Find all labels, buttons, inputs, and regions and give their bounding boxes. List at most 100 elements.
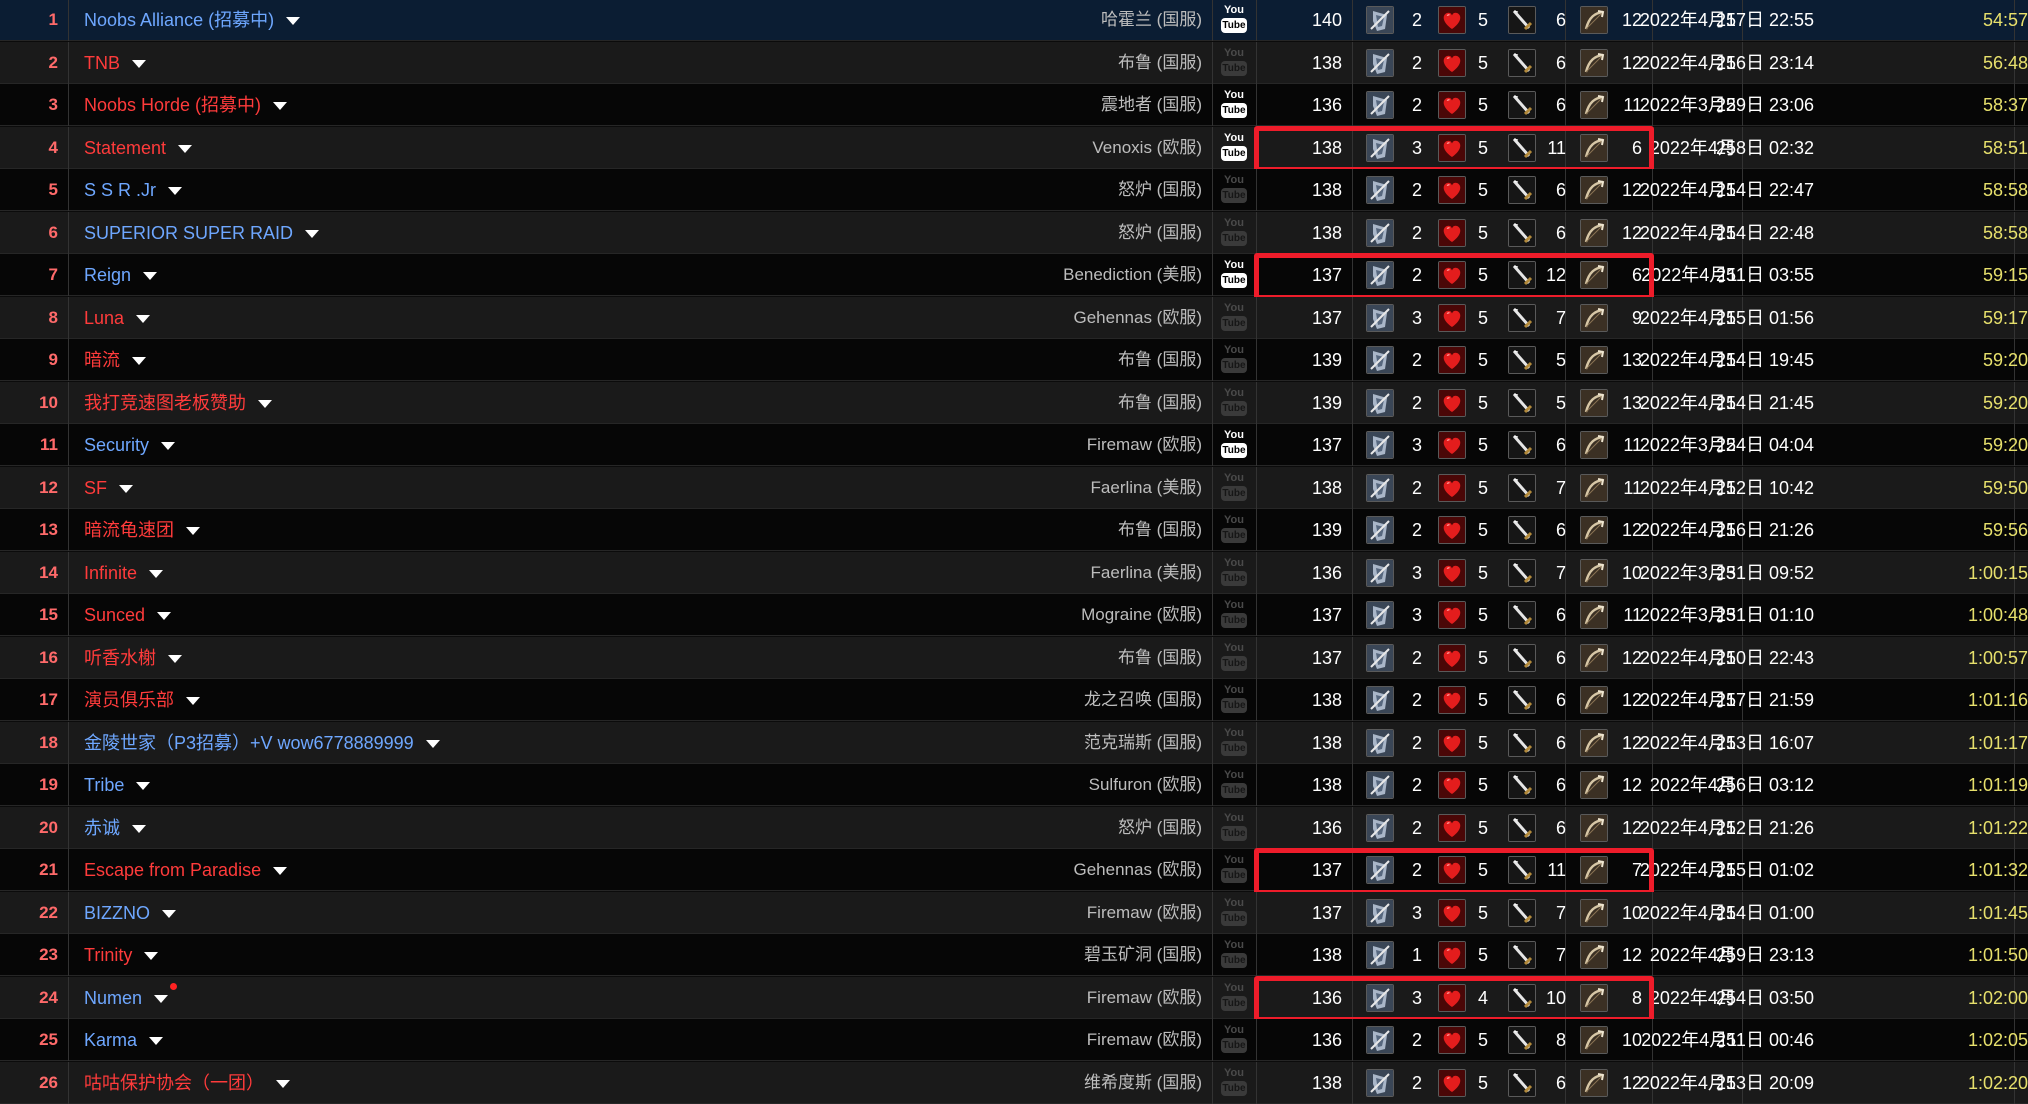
guild-name[interactable]: 听香水榭 — [84, 648, 156, 668]
youtube-icon-text-you: You — [1224, 471, 1244, 484]
chevron-down-icon[interactable] — [149, 569, 164, 578]
guild-name[interactable]: BIZZNO — [84, 903, 150, 923]
guild-name-link[interactable]: Escape from Paradise — [84, 849, 288, 891]
healer-heart-icon — [1438, 48, 1466, 77]
rank-number: 22 — [39, 902, 58, 922]
guild-name[interactable]: SF — [84, 478, 107, 498]
chevron-down-icon[interactable] — [119, 484, 134, 493]
chevron-down-icon[interactable] — [132, 59, 146, 68]
guild-name[interactable]: 金陵世家（P3招募）+V wow6778889999 — [84, 733, 414, 753]
youtube-icon[interactable]: You Tube — [1220, 89, 1248, 121]
guild-name-link[interactable]: Sunced — [84, 594, 172, 636]
guild-name[interactable]: 演员俱乐部 — [84, 690, 174, 710]
chevron-down-icon[interactable] — [136, 314, 151, 323]
chevron-down-icon[interactable] — [425, 739, 440, 748]
melee-sword-icon — [1508, 176, 1536, 204]
chevron-down-icon[interactable] — [132, 824, 146, 833]
chevron-down-icon[interactable] — [157, 612, 172, 621]
guild-name[interactable]: Security — [84, 435, 149, 455]
chevron-down-icon[interactable] — [136, 782, 151, 791]
guild-name-link[interactable]: BIZZNO — [84, 892, 176, 934]
guild-name-link[interactable]: 演员俱乐部 — [84, 679, 200, 721]
guild-name[interactable]: Noobs Alliance (招募中) — [84, 10, 274, 30]
guild-name[interactable]: SUPERIOR SUPER RAID — [84, 223, 293, 243]
clear-time: 1:01:50 — [1967, 945, 2028, 965]
chevron-down-icon[interactable] — [168, 187, 183, 196]
guild-name[interactable]: Noobs Horde (招募中) — [84, 95, 261, 115]
guild-name-link[interactable]: Trinity — [84, 934, 159, 976]
guild-name[interactable]: TNB — [84, 53, 120, 73]
guild-name-link[interactable]: 暗流龟速团 — [84, 509, 200, 551]
chevron-down-icon[interactable] — [276, 1079, 290, 1088]
guild-name[interactable]: Sunced — [84, 605, 145, 625]
chevron-down-icon[interactable] — [186, 527, 200, 536]
guild-name[interactable]: Trinity — [84, 945, 132, 965]
guild-name-link[interactable]: Infinite — [84, 552, 164, 594]
guild-name-link[interactable]: Tribe — [84, 764, 151, 806]
youtube-icon[interactable]: You Tube — [1220, 429, 1248, 461]
chevron-down-icon[interactable] — [168, 654, 182, 663]
chevron-down-icon[interactable] — [258, 399, 272, 408]
chevron-down-icon[interactable] — [178, 144, 193, 153]
guild-name[interactable]: Karma — [84, 1030, 137, 1050]
guild-name-link[interactable]: 听香水榭 — [84, 637, 182, 679]
chevron-down-icon[interactable] — [154, 994, 169, 1003]
chevron-down-icon[interactable] — [286, 17, 301, 26]
item-level: 136 — [1311, 95, 1342, 115]
guild-name[interactable]: 我打竞速图老板赞助 — [84, 393, 246, 413]
guild-name-link[interactable]: Luna — [84, 297, 151, 339]
chevron-down-icon[interactable] — [273, 102, 288, 111]
guild-name-link[interactable]: Karma — [84, 1019, 164, 1061]
chevron-down-icon[interactable] — [161, 442, 176, 451]
table-row: 24 Numen Firemaw (欧服) You Tube 136 3 4 10 8 25 2022… — [0, 976, 2028, 1019]
guild-name[interactable]: Luna — [84, 308, 124, 328]
melee-sword-icon — [1508, 91, 1536, 119]
guild-name[interactable]: Escape from Paradise — [84, 860, 261, 880]
column-divider — [1352, 934, 1353, 976]
guild-name-link[interactable]: Statement — [84, 127, 193, 169]
guild-name-link[interactable]: Reign — [84, 254, 158, 296]
youtube-icon[interactable]: You Tube — [1220, 132, 1248, 164]
column-divider — [1256, 381, 1257, 424]
guild-name[interactable]: Numen — [84, 988, 142, 1008]
guild-name[interactable]: 咕咕保护协会（一团） — [84, 1073, 264, 1093]
guild-name-link[interactable]: SUPERIOR SUPER RAID — [84, 212, 320, 254]
guild-name-link[interactable]: 咕咕保护协会（一团） — [84, 1062, 290, 1104]
guild-name-link[interactable]: TNB — [84, 42, 146, 84]
youtube-icon[interactable]: You Tube — [1220, 259, 1248, 291]
ranged-bow-icon — [1580, 6, 1608, 34]
guild-name-link[interactable]: S S R .Jr — [84, 169, 183, 211]
guild-name[interactable]: 暗流 — [84, 350, 120, 370]
guild-name-link[interactable]: SF — [84, 467, 134, 509]
guild-name[interactable]: S S R .Jr — [84, 180, 156, 200]
guild-name[interactable]: Infinite — [84, 563, 137, 583]
chevron-down-icon[interactable] — [144, 952, 159, 961]
chevron-down-icon[interactable] — [149, 1037, 164, 1046]
guild-name-link[interactable]: Noobs Horde (招募中) — [84, 84, 288, 126]
clear-time: 1:02:00 — [1967, 987, 2028, 1008]
guild-name[interactable]: 暗流龟速团 — [84, 520, 174, 540]
chevron-down-icon[interactable] — [186, 697, 200, 706]
rank-number: 6 — [48, 222, 58, 242]
tank-shield-icon — [1366, 771, 1394, 799]
chevron-down-icon[interactable] — [305, 229, 320, 238]
guild-name-link[interactable]: 金陵世家（P3招募）+V wow6778889999 — [84, 722, 440, 764]
guild-name-link[interactable]: 赤诚 — [84, 807, 146, 849]
item-level: 138 — [1311, 180, 1342, 200]
youtube-icon[interactable]: You Tube — [1220, 4, 1248, 36]
chevron-down-icon[interactable] — [273, 867, 288, 876]
guild-name[interactable]: 赤诚 — [84, 818, 120, 838]
guild-name-link[interactable]: Noobs Alliance (招募中) — [84, 0, 301, 41]
guild-name[interactable]: Tribe — [84, 775, 124, 795]
rank-number: 14 — [39, 562, 58, 582]
youtube-icon: You Tube — [1220, 897, 1248, 929]
guild-name[interactable]: Statement — [84, 138, 166, 158]
guild-name[interactable]: Reign — [84, 265, 131, 285]
guild-name-link[interactable]: Security — [84, 424, 176, 466]
chevron-down-icon[interactable] — [162, 909, 176, 918]
chevron-down-icon[interactable] — [143, 272, 158, 281]
chevron-down-icon[interactable] — [132, 357, 146, 366]
guild-name-link[interactable]: 我打竞速图老板赞助 — [84, 382, 272, 424]
guild-name-link[interactable]: 暗流 — [84, 339, 146, 381]
guild-name-link[interactable]: Numen — [84, 977, 169, 1019]
